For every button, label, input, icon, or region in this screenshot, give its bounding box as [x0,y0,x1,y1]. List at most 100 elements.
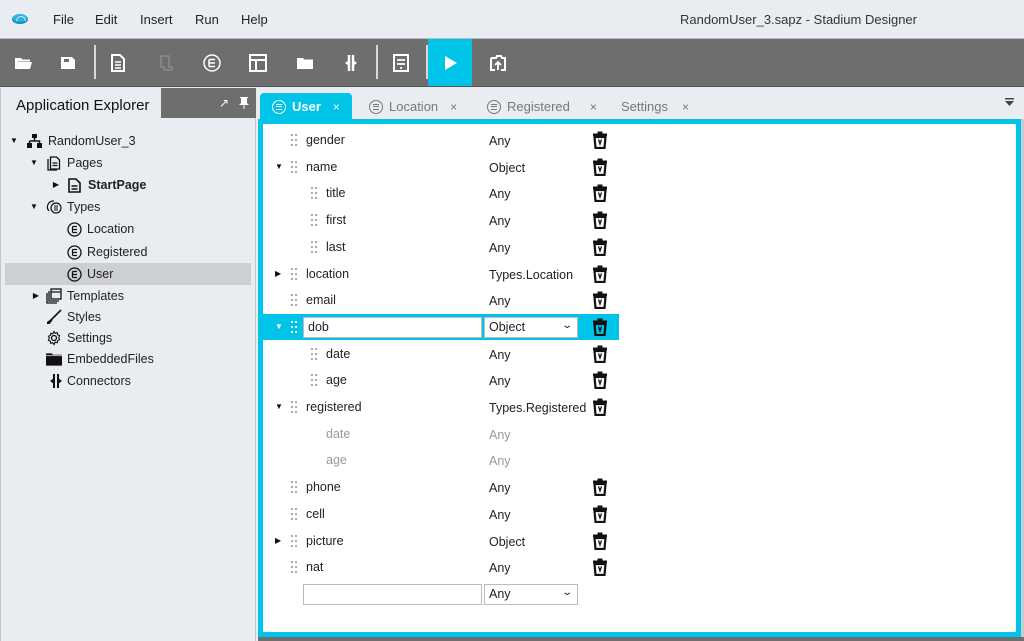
property-row[interactable]: first Any [263,207,619,233]
tree-item-styles[interactable]: Styles [5,306,251,328]
caret-down-icon[interactable]: ▼ [275,322,283,331]
new-property-type-select[interactable]: Any ⌄ [484,583,578,605]
property-name-input[interactable] [303,316,482,338]
tree-item-user[interactable]: User [5,263,251,285]
property-row[interactable]: cell Any [263,501,619,527]
tab-settings[interactable]: Settings × [621,93,689,120]
tab-user[interactable]: User × [260,93,352,120]
close-icon[interactable]: × [450,100,457,114]
tree-item-startpage[interactable]: ▶ StartPage [5,174,251,196]
property-row[interactable]: date Any [263,421,619,447]
delete-icon[interactable] [593,558,607,577]
tree-item-templates[interactable]: ▶ Templates [5,285,251,307]
close-icon[interactable]: × [682,100,689,114]
drag-handle-icon[interactable] [311,214,317,227]
property-type-select[interactable]: Object ⌄ [484,316,578,338]
drag-handle-icon[interactable] [291,534,297,547]
save-button[interactable] [48,39,88,86]
delete-icon[interactable] [593,158,607,176]
tab-registered[interactable]: Registered × [487,93,597,120]
drag-handle-icon[interactable] [291,561,297,574]
tree-item-types[interactable]: ▼ Types [5,196,251,218]
run-button[interactable] [428,39,472,86]
caret-down-icon[interactable]: ▼ [275,402,283,411]
delete-icon[interactable] [593,238,607,256]
tree-item-settings[interactable]: Settings [5,327,251,349]
property-row[interactable]: ▶ picture Object [263,528,619,554]
delete-icon[interactable] [593,265,607,283]
property-row[interactable]: ▶ location Types.Location [263,261,619,287]
delete-icon[interactable] [593,131,607,150]
drag-handle-icon[interactable] [291,481,297,494]
add-page-button[interactable] [98,39,138,86]
drag-handle-icon[interactable] [311,187,317,200]
menu-insert[interactable]: Insert [140,12,173,27]
caret-down-icon[interactable]: ▼ [275,162,283,171]
property-row[interactable]: ▼ Object⌄ [263,313,619,340]
caret-down-icon[interactable]: ▼ [29,202,39,212]
tab-overflow-icon[interactable] [1005,98,1014,110]
menu-edit[interactable]: Edit [95,12,117,27]
caret-right-icon[interactable]: ▶ [275,536,281,545]
add-connector-button[interactable] [331,39,371,86]
app-settings-button[interactable] [381,39,421,86]
property-row[interactable]: age Any [263,367,619,393]
tree-item-project[interactable]: ▼ RandomUser_3 [5,130,251,152]
drag-handle-icon[interactable] [291,507,297,520]
caret-right-icon[interactable]: ▶ [275,269,281,278]
delete-icon[interactable] [593,318,607,336]
menu-file[interactable]: File [53,12,74,27]
new-property-name-input[interactable] [303,583,482,605]
close-icon[interactable]: × [333,100,340,114]
tree-item-registered[interactable]: Registered [5,241,251,263]
tree-item-pages[interactable]: ▼ Pages [5,152,251,174]
tab-location[interactable]: Location × [369,93,457,120]
property-row[interactable]: last Any [263,234,619,260]
property-row[interactable]: phone Any [263,474,619,500]
property-row[interactable]: ▼ name Object [263,154,619,180]
delete-icon[interactable] [593,345,607,363]
drag-handle-icon[interactable] [291,134,297,146]
menu-help[interactable]: Help [241,12,268,27]
delete-icon[interactable] [593,184,607,203]
delete-icon[interactable] [593,291,607,310]
add-template-button[interactable] [238,39,278,86]
drag-handle-icon[interactable] [291,294,297,307]
property-row[interactable]: age Any [263,447,619,473]
add-folder-button[interactable] [285,39,325,86]
drag-handle-icon[interactable] [291,320,297,333]
close-icon[interactable]: × [590,100,597,114]
drag-handle-icon[interactable] [291,401,297,413]
property-row[interactable]: title Any [263,180,619,206]
property-row[interactable]: gender Any [263,127,619,153]
property-row[interactable]: email Any [263,287,619,313]
horizontal-scrollbar[interactable] [258,637,1024,641]
publish-button[interactable] [478,39,518,86]
add-script-button[interactable] [145,39,185,86]
add-type-button[interactable] [192,39,232,86]
menu-run[interactable]: Run [195,12,219,27]
caret-right-icon[interactable]: ▶ [51,180,61,190]
open-button[interactable] [3,39,43,86]
drag-handle-icon[interactable] [291,267,297,280]
drag-handle-icon[interactable] [311,374,317,387]
property-row[interactable]: ▼ registered Types.Registered [263,394,619,420]
property-row[interactable]: date Any [263,341,619,367]
delete-icon[interactable] [593,371,607,390]
tree-item-connectors[interactable]: Connectors [5,370,251,392]
delete-icon[interactable] [593,532,607,550]
float-panel-icon[interactable]: ↗ [219,96,229,110]
drag-handle-icon[interactable] [291,160,297,173]
caret-down-icon[interactable]: ▼ [29,158,39,168]
property-row[interactable]: nat Any [263,554,619,580]
delete-icon[interactable] [593,478,607,497]
tree-item-embeddedfiles[interactable]: EmbeddedFiles [5,348,251,370]
pin-icon[interactable] [239,96,249,112]
delete-icon[interactable] [593,505,607,523]
delete-icon[interactable] [593,211,607,230]
delete-icon[interactable] [593,398,607,417]
caret-down-icon[interactable]: ▼ [9,136,19,146]
caret-right-icon[interactable]: ▶ [31,291,41,301]
drag-handle-icon[interactable] [311,347,317,360]
drag-handle-icon[interactable] [311,240,317,253]
